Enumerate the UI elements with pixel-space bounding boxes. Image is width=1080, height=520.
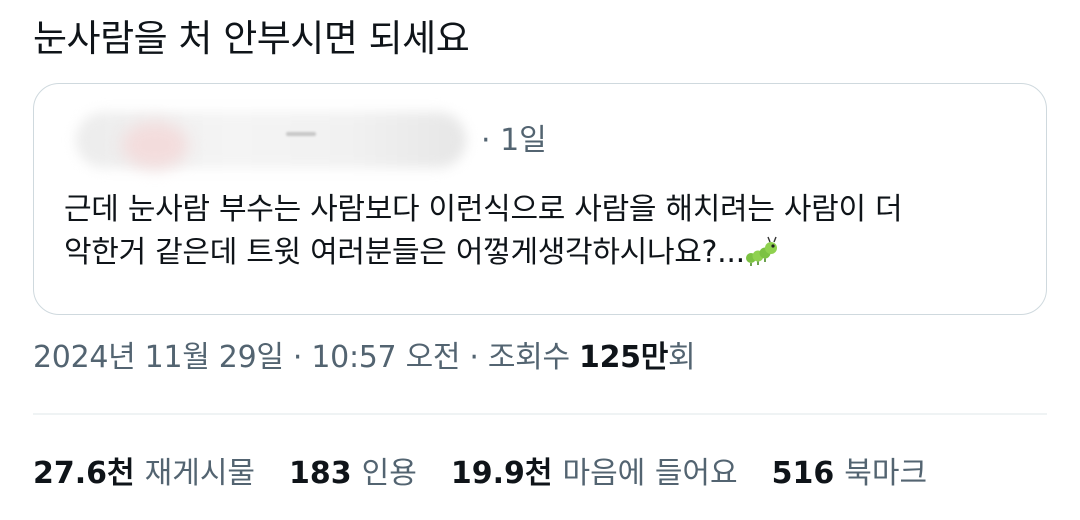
quoted-post-body-line-2: 악한거 같은데 트윗 여러분들은 어껗게생각하시나요?... (64, 231, 1024, 274)
likes-count: 19.9천 (450, 456, 553, 491)
redacted-author-handle (286, 132, 316, 136)
caterpillar-icon (745, 236, 779, 270)
bookmarks-stat[interactable]: 516 북마크 (772, 454, 927, 494)
reposts-count: 27.6천 (33, 456, 135, 491)
bookmarks-count: 516 (771, 456, 835, 491)
views-suffix: 회 (668, 340, 696, 375)
quoted-post-body: 근데 눈사람 부수는 사람보다 이런식으로 사람을 해치려는 사람이 더 악한거… (64, 188, 1024, 274)
quotes-stat[interactable]: 183 인용 (289, 454, 417, 494)
likes-label: 마음에 들어요 (562, 456, 738, 491)
reposts-stat[interactable]: 27.6천 재게시물 (33, 454, 255, 494)
quoted-post-time[interactable]: · 1일 (481, 121, 547, 161)
quoted-post-body-text: 악한거 같은데 트윗 여러분들은 어껗게생각하시나요?... (64, 235, 745, 270)
quoted-post-card[interactable]: · 1일 근데 눈사람 부수는 사람보다 이런식으로 사람을 해치려는 사람이 … (33, 83, 1047, 315)
quotes-count: 183 (289, 456, 352, 491)
post-meta: 2024년 11월 29일 · 10:57 오전 · 조회수 125만회 (33, 338, 696, 378)
quoted-author-row: · 1일 (60, 110, 620, 174)
reposts-label: 재게시물 (144, 456, 256, 491)
post-text: 눈사람을 처 안부시면 되세요 (33, 17, 470, 60)
engagement-stats: 27.6천 재게시물 183 인용 19.9천 마음에 들어요 516 북마크 (33, 454, 961, 494)
divider (33, 413, 1047, 415)
likes-stat[interactable]: 19.9천 마음에 들어요 (451, 454, 738, 494)
views-count: 125만 (579, 340, 669, 375)
quoted-post-body-line: 근데 눈사람 부수는 사람보다 이런식으로 사람을 해치려는 사람이 더 (64, 192, 903, 227)
redacted-avatar (122, 122, 188, 168)
quotes-label: 인용 (361, 456, 417, 491)
bookmarks-label: 북마크 (844, 456, 928, 491)
post-timestamp[interactable]: 2024년 11월 29일 · 10:57 오전 · 조회수 (33, 340, 579, 375)
